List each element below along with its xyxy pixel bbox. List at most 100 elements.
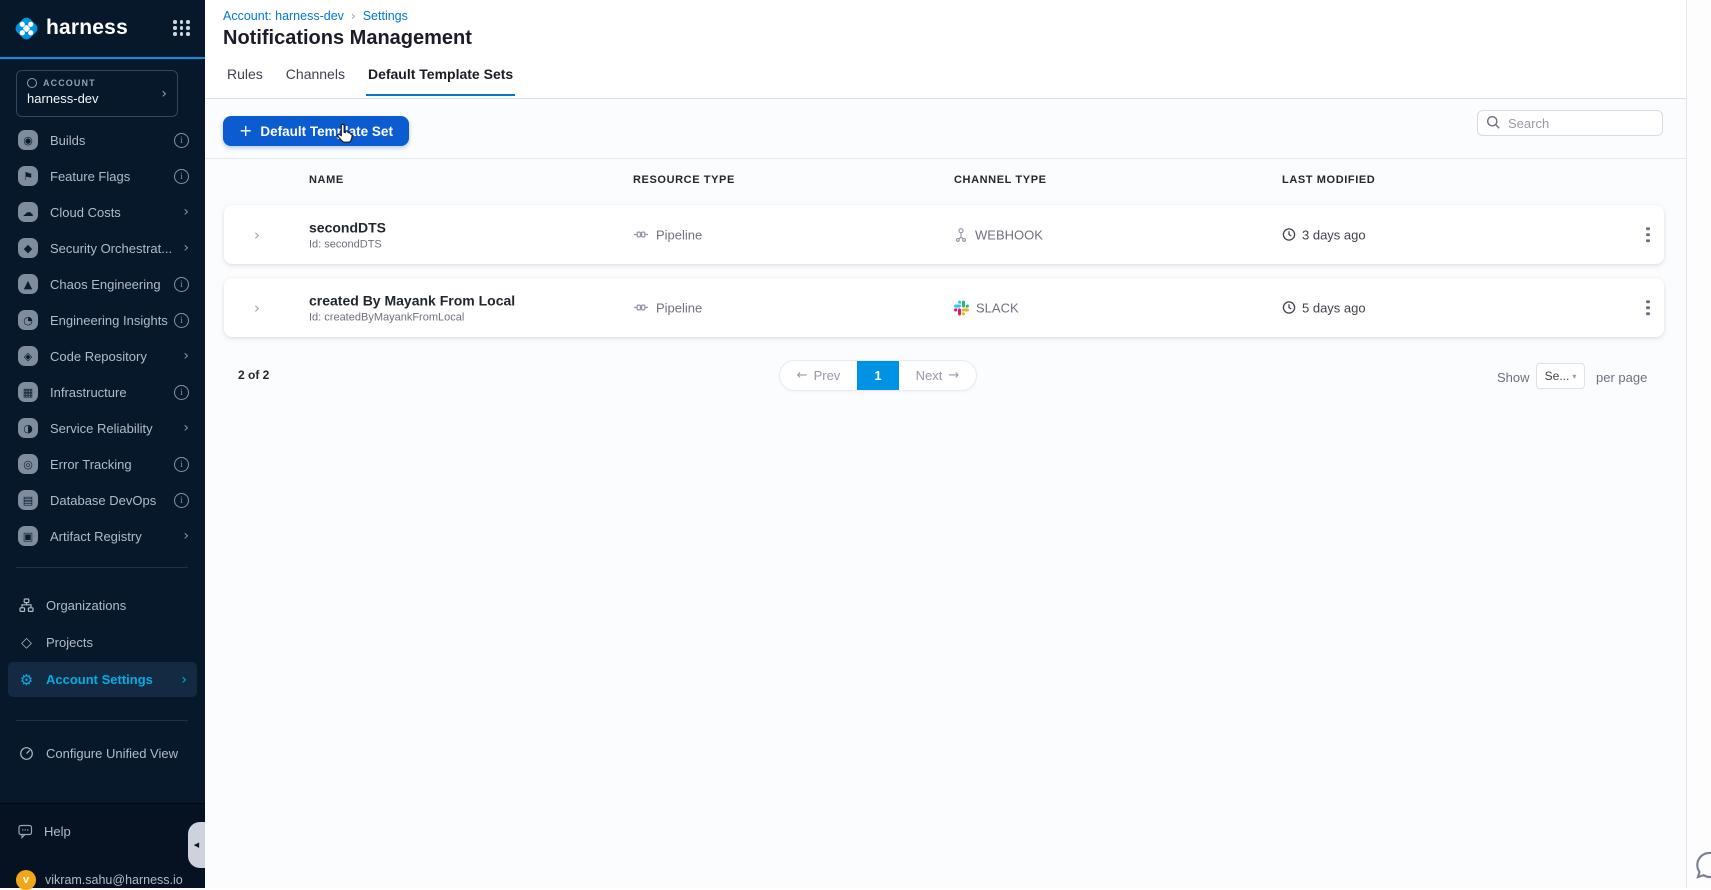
expand-row-icon[interactable]: › — [254, 299, 260, 317]
page-size-select[interactable]: Se... ▾ — [1536, 363, 1585, 389]
support-chat-icon[interactable] — [1693, 848, 1711, 887]
page-number-button[interactable]: 1 — [857, 361, 899, 390]
sidebar-item-cloud-costs[interactable]: ☁ Cloud Costs › — [0, 194, 205, 230]
chevron-down-icon: ▾ — [1572, 371, 1577, 381]
sidebar-item-label: Security Orchestrat... — [50, 240, 173, 256]
sidebar-item-artifact-registry[interactable]: ▣ Artifact Registry › — [0, 518, 205, 554]
avatar: v — [16, 870, 36, 890]
info-icon[interactable]: i — [174, 456, 189, 472]
sidebar-item-organizations[interactable]: Organizations — [8, 588, 197, 623]
info-icon[interactable]: i — [174, 276, 189, 292]
info-icon[interactable]: i — [174, 492, 189, 508]
row-menu-button[interactable] — [1642, 223, 1654, 247]
sidebar-item-engineering-insights[interactable]: ◔ Engineering Insights i — [0, 302, 205, 338]
info-icon[interactable]: i — [174, 168, 189, 184]
next-page-button[interactable]: Next → — [899, 361, 976, 390]
sidebar-bottom-zone: Help v vikram.sahu@harness.io — [0, 803, 205, 890]
right-gutter-line — [1686, 0, 1687, 888]
chevron-right-icon: › — [183, 420, 189, 436]
gear-icon: ⚙ — [19, 670, 34, 689]
tab-bar-border — [205, 98, 1686, 99]
sidebar-item-label: Configure Unified View — [46, 746, 178, 761]
last-modified-label: 5 days ago — [1302, 300, 1366, 315]
account-scope-icon — [27, 78, 37, 88]
sidebar-item-database-devops[interactable]: ▤ Database DevOps i — [0, 482, 205, 518]
user-account-row[interactable]: v vikram.sahu@harness.io — [16, 870, 183, 890]
sidebar-item-service-reliability[interactable]: ◑ Service Reliability › — [0, 410, 205, 446]
organizations-icon — [18, 598, 35, 613]
channel-type-label: WEBHOOK — [975, 227, 1043, 242]
app-grid-icon[interactable] — [173, 20, 190, 36]
sidebar-accent-rule — [0, 57, 205, 59]
sidebar-item-projects[interactable]: ◇ Projects — [8, 625, 197, 660]
tab-rules[interactable]: Rules — [225, 66, 265, 96]
prev-page-button[interactable]: ← Prev — [780, 361, 857, 390]
builds-icon: ◉ — [18, 130, 38, 150]
sidebar-item-label: Builds — [50, 132, 86, 148]
sidebar-item-builds[interactable]: ◉ Builds i — [0, 122, 205, 158]
sidebar-item-configure-unified-view[interactable]: Configure Unified View — [8, 736, 197, 771]
breadcrumb-settings-link[interactable]: Settings — [363, 9, 408, 23]
sidebar-item-label: Code Repository — [50, 348, 147, 364]
projects-icon: ◇ — [21, 634, 32, 651]
resource-type-label: Pipeline — [656, 300, 703, 315]
help-chat-icon — [18, 824, 34, 839]
chaos-engineering-icon: ▲ — [18, 274, 38, 294]
sidebar-item-label: Service Reliability — [50, 420, 153, 436]
search-icon — [1486, 115, 1501, 135]
table-row[interactable]: › created By Mayank From Local Id: creat… — [224, 278, 1664, 337]
main-content: Account: harness-dev › Settings Notifica… — [205, 0, 1711, 888]
account-scope-label: ACCOUNT — [43, 78, 96, 88]
chevron-right-icon: › — [183, 528, 189, 544]
info-icon[interactable]: i — [174, 132, 189, 148]
table-row[interactable]: › secondDTS Id: secondDTS Pipeline WEBHO… — [224, 205, 1664, 264]
sidebar-item-error-tracking[interactable]: ◎ Error Tracking i — [0, 446, 205, 482]
sidebar-item-label: Cloud Costs — [50, 204, 121, 220]
arrow-right-icon: → — [948, 368, 960, 383]
column-header-channel-type: CHANNEL TYPE — [954, 174, 1047, 186]
account-selector[interactable]: ACCOUNT harness-dev › — [16, 70, 178, 117]
sidebar-item-security-orchestration[interactable]: ◆ Security Orchestrat... › — [0, 230, 205, 266]
expand-row-icon[interactable]: › — [254, 226, 260, 244]
per-page-label: per page — [1596, 370, 1648, 385]
chevron-right-icon: › — [183, 204, 189, 220]
resource-type-cell: Pipeline — [633, 227, 702, 242]
clock-icon — [1282, 301, 1296, 315]
sidebar-item-label: Account Settings — [46, 672, 153, 687]
info-icon[interactable]: i — [174, 312, 189, 328]
breadcrumb: Account: harness-dev › Settings — [223, 9, 408, 23]
search-box — [1477, 110, 1663, 136]
sidebar-item-feature-flags[interactable]: ⚑ Feature Flags i — [0, 158, 205, 194]
plus-icon: + — [239, 121, 253, 140]
column-header-name: NAME — [309, 174, 344, 186]
create-button-label: Default Template Set — [260, 123, 393, 139]
webhook-icon — [954, 227, 968, 242]
feature-flags-icon: ⚑ — [18, 166, 38, 186]
new-default-template-set-button[interactable]: + Default Template Set — [223, 116, 409, 146]
breadcrumb-account-link[interactable]: Account: harness-dev — [223, 9, 344, 23]
engineering-insights-icon: ◔ — [18, 310, 38, 330]
tab-channels[interactable]: Channels — [284, 66, 347, 96]
sidebar-item-help[interactable]: Help — [18, 824, 71, 839]
search-input[interactable] — [1477, 110, 1663, 136]
sidebar-collapse-handle[interactable]: ◀ — [188, 822, 205, 868]
sidebar-item-infrastructure[interactable]: ▦ Infrastructure i — [0, 374, 205, 410]
sidebar-item-account-settings[interactable]: ⚙ Account Settings › — [8, 662, 197, 697]
sidebar-divider — [16, 720, 188, 721]
sidebar-item-code-repository[interactable]: ◈ Code Repository › — [0, 338, 205, 374]
row-menu-button[interactable] — [1642, 296, 1654, 320]
info-icon[interactable]: i — [174, 384, 189, 400]
harness-logo-icon — [13, 15, 40, 42]
app-root: { "sidebar": { "brand": "harness", "acco… — [0, 0, 1711, 890]
chevron-right-icon: › — [183, 240, 189, 256]
sidebar: harness ACCOUNT harness-dev › ◉ Builds i… — [0, 0, 205, 890]
database-icon: ▤ — [18, 490, 38, 510]
next-label: Next — [915, 368, 943, 383]
sidebar-item-chaos-engineering[interactable]: ▲ Chaos Engineering i — [0, 266, 205, 302]
resource-type-cell: Pipeline — [633, 300, 702, 315]
tab-default-template-sets[interactable]: Default Template Sets — [365, 66, 516, 96]
sidebar-item-label: Artifact Registry — [50, 528, 142, 544]
infrastructure-icon: ▦ — [18, 382, 38, 402]
pipeline-icon — [633, 228, 649, 242]
slack-icon — [954, 300, 969, 315]
